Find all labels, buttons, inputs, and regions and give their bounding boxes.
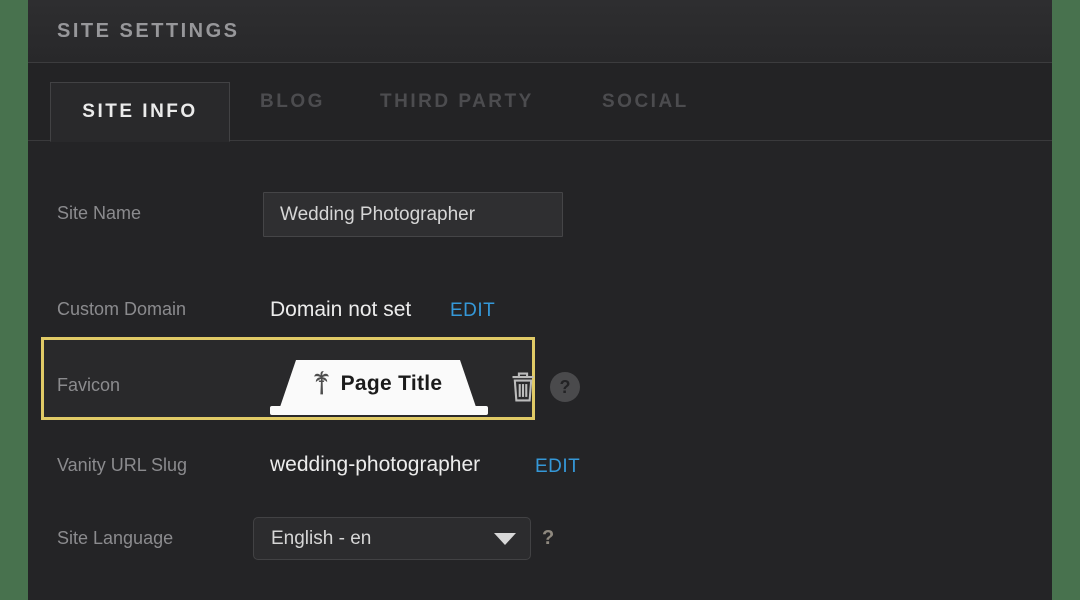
dropdown-arrow-icon bbox=[494, 532, 516, 545]
tab-blog[interactable]: BLOG bbox=[260, 63, 325, 140]
favicon-preview-tab[interactable]: Page Title bbox=[280, 360, 476, 407]
header: SITE SETTINGS bbox=[28, 0, 1052, 63]
site-name-input[interactable] bbox=[263, 192, 563, 237]
site-name-label: Site Name bbox=[57, 203, 142, 223]
custom-domain-value: Domain not set bbox=[270, 298, 412, 321]
palm-tree-icon bbox=[314, 371, 329, 396]
site-language-label: Site Language bbox=[57, 528, 174, 548]
favicon-delete-button[interactable] bbox=[509, 371, 537, 403]
page-title: SITE SETTINGS bbox=[57, 20, 240, 42]
favicon-label: Favicon bbox=[57, 375, 121, 395]
trash-icon bbox=[509, 372, 537, 407]
question-circle-icon: ? bbox=[559, 376, 571, 397]
site-language-dropdown[interactable]: English - en bbox=[253, 517, 531, 560]
site-settings-panel: SITE SETTINGS SITE INFO BLOG THIRD PARTY… bbox=[28, 0, 1052, 600]
browser-tab-base bbox=[270, 406, 488, 415]
favicon-help-button[interactable]: ? bbox=[550, 372, 580, 402]
tab-third-party-label: THIRD PARTY bbox=[380, 90, 534, 112]
tab-site-info[interactable]: SITE INFO bbox=[50, 82, 230, 142]
vanity-url-edit-link[interactable]: EDIT bbox=[535, 456, 580, 478]
favicon-preview-title: Page Title bbox=[340, 371, 443, 395]
tab-social[interactable]: SOCIAL bbox=[602, 63, 689, 140]
tab-social-label: SOCIAL bbox=[602, 90, 689, 112]
vanity-url-label: Vanity URL Slug bbox=[57, 455, 188, 475]
vanity-url-value: wedding-photographer bbox=[270, 453, 481, 476]
tab-bar: SITE INFO BLOG THIRD PARTY SOCIAL bbox=[28, 63, 1052, 142]
tab-site-info-label: SITE INFO bbox=[82, 101, 198, 122]
site-language-value: English - en bbox=[271, 527, 372, 549]
custom-domain-label: Custom Domain bbox=[57, 299, 187, 319]
site-language-help[interactable]: ? bbox=[542, 527, 554, 550]
custom-domain-edit-link[interactable]: EDIT bbox=[450, 300, 495, 322]
tab-blog-label: BLOG bbox=[260, 90, 325, 112]
tab-third-party[interactable]: THIRD PARTY bbox=[380, 63, 534, 140]
